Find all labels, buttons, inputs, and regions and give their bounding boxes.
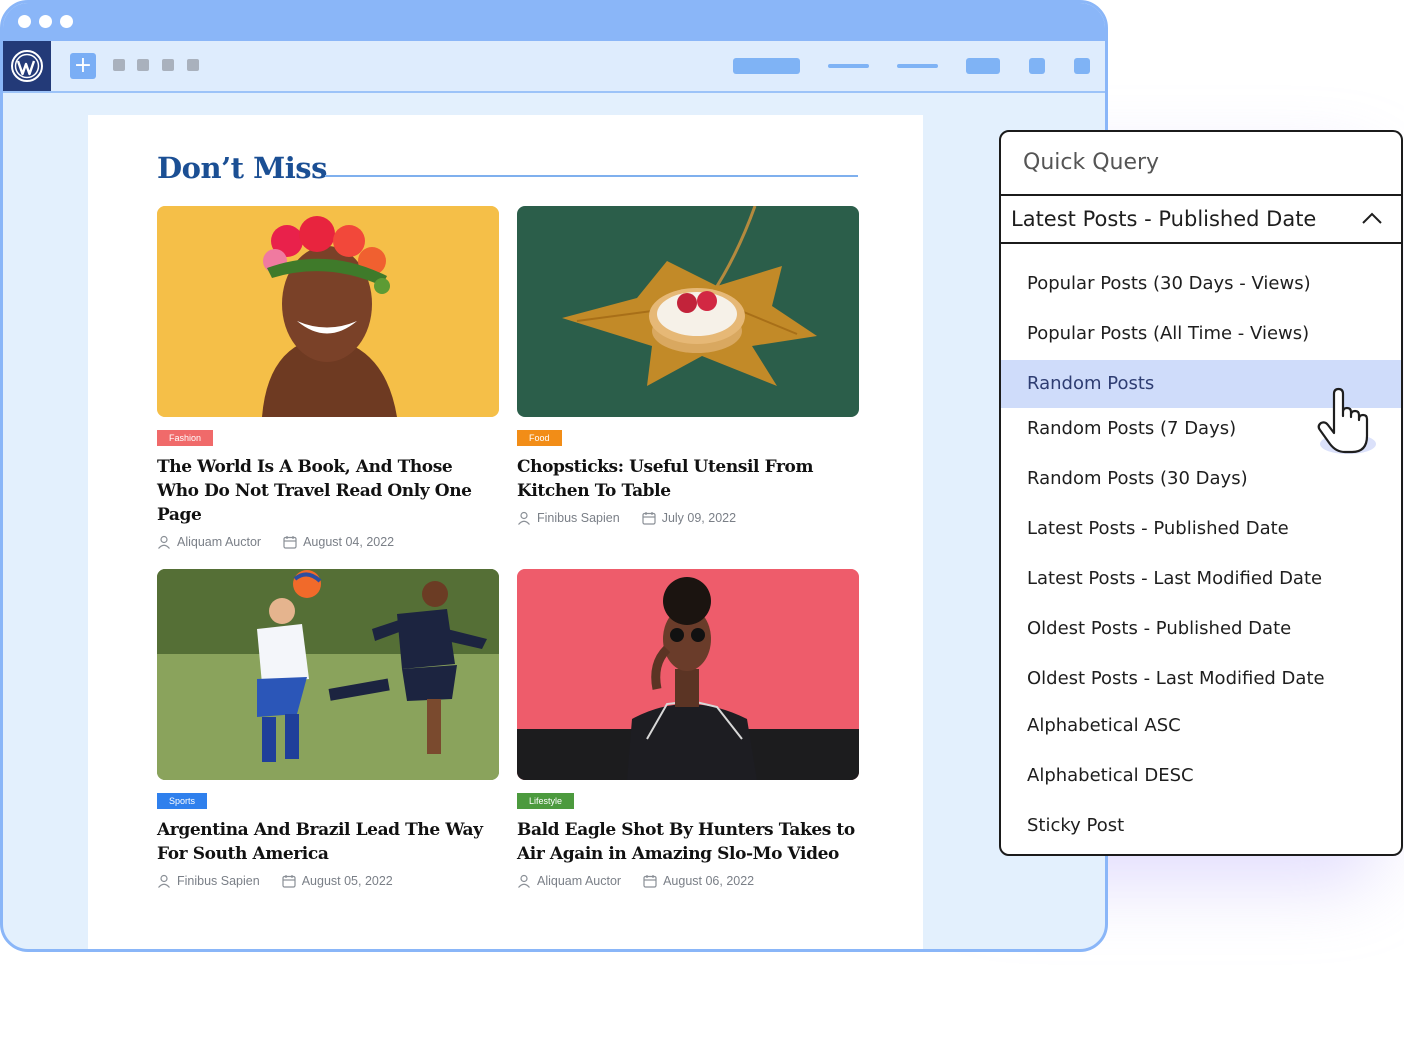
calendar-icon xyxy=(282,875,296,888)
post-thumbnail[interactable] xyxy=(157,569,499,780)
quick-query-label: Quick Query xyxy=(1023,150,1160,175)
post-meta: Finibus Sapien August 05, 2022 xyxy=(157,874,499,888)
post-grid-block: Don’t Miss Fashion The World Is A Book, … xyxy=(88,115,923,949)
query-option[interactable]: Latest Posts - Last Modified Date xyxy=(1001,555,1401,603)
user-icon xyxy=(158,874,170,888)
window-dot-2[interactable] xyxy=(39,15,52,28)
post-card[interactable]: Fashion The World Is A Book, And Those W… xyxy=(157,206,499,549)
query-option[interactable]: Alphabetical DESC xyxy=(1001,752,1401,800)
post-author[interactable]: Finibus Sapien xyxy=(177,874,260,888)
query-option[interactable]: Popular Posts (30 Days - Views) xyxy=(1001,260,1401,308)
calendar-icon xyxy=(643,875,657,888)
query-option[interactable]: Random Posts (30 Days) xyxy=(1001,455,1401,503)
toolbar-tool-icon[interactable] xyxy=(113,59,125,71)
editor-toolbar: + xyxy=(3,41,1105,93)
post-thumbnail[interactable] xyxy=(517,569,859,780)
query-select[interactable]: Latest Posts - Published Date xyxy=(1001,194,1401,244)
post-title[interactable]: Chopsticks: Useful Utensil From Kitchen … xyxy=(517,455,859,503)
hand-cursor-icon xyxy=(1317,387,1376,454)
post-thumbnail[interactable] xyxy=(157,206,499,417)
query-option[interactable]: Sticky Post xyxy=(1001,802,1401,850)
toolbar-button-placeholder[interactable] xyxy=(733,58,800,74)
post-meta: Finibus Sapien July 09, 2022 xyxy=(517,511,859,525)
add-block-button[interactable]: + xyxy=(70,53,96,79)
window-dot-1[interactable] xyxy=(18,15,31,28)
post-author[interactable]: Finibus Sapien xyxy=(537,511,620,525)
section-title: Don’t Miss xyxy=(157,151,327,185)
toolbar-icon-placeholder[interactable] xyxy=(1074,58,1090,74)
query-option[interactable]: Oldest Posts - Last Modified Date xyxy=(1001,655,1401,703)
user-icon xyxy=(518,511,530,525)
post-card[interactable]: Lifestyle Bald Eagle Shot By Hunters Tak… xyxy=(517,569,859,888)
toolbar-button-placeholder[interactable] xyxy=(966,58,1000,74)
post-date: August 04, 2022 xyxy=(303,535,395,549)
post-meta: Aliquam Auctor August 06, 2022 xyxy=(517,874,859,888)
post-meta: Aliquam Auctor August 04, 2022 xyxy=(157,535,499,549)
browser-window: + Don’t Miss Fashion The World Is A Book… xyxy=(0,0,1108,952)
post-title[interactable]: Bald Eagle Shot By Hunters Takes to Air … xyxy=(517,818,859,866)
post-date: August 06, 2022 xyxy=(663,874,755,888)
post-card[interactable]: Sports Argentina And Brazil Lead The Way… xyxy=(157,569,499,888)
chevron-up-icon[interactable] xyxy=(1361,210,1383,226)
post-title[interactable]: The World Is A Book, And Those Who Do No… xyxy=(157,455,499,527)
window-dot-3[interactable] xyxy=(60,15,73,28)
toolbar-tool-icon[interactable] xyxy=(187,59,199,71)
category-badge[interactable]: Sports xyxy=(157,793,208,809)
query-option[interactable]: Latest Posts - Published Date xyxy=(1001,505,1401,553)
user-icon xyxy=(158,535,170,549)
toolbar-tool-icon[interactable] xyxy=(137,59,149,71)
calendar-icon xyxy=(642,512,656,525)
post-card[interactable]: Food Chopsticks: Useful Utensil From Kit… xyxy=(517,206,859,525)
user-icon xyxy=(518,874,530,888)
post-date: July 09, 2022 xyxy=(661,511,737,525)
toolbar-link-placeholder[interactable] xyxy=(897,64,938,68)
query-select-value[interactable]: Latest Posts - Published Date xyxy=(1011,207,1316,231)
post-title[interactable]: Argentina And Brazil Lead The Way For So… xyxy=(157,818,499,866)
post-date: August 05, 2022 xyxy=(301,874,393,888)
calendar-icon xyxy=(283,536,297,549)
query-option[interactable]: Alphabetical ASC xyxy=(1001,702,1401,750)
category-badge[interactable]: Fashion xyxy=(157,430,214,446)
post-author[interactable]: Aliquam Auctor xyxy=(537,874,621,888)
wordpress-logo-icon[interactable] xyxy=(3,41,51,91)
toolbar-icon-placeholder[interactable] xyxy=(1029,58,1045,74)
query-option[interactable]: Oldest Posts - Published Date xyxy=(1001,605,1401,653)
toolbar-tool-icon[interactable] xyxy=(162,59,174,71)
query-option[interactable]: Popular Posts (All Time - Views) xyxy=(1001,310,1401,358)
title-bar xyxy=(3,3,1105,41)
category-badge[interactable]: Lifestyle xyxy=(517,793,575,809)
post-thumbnail[interactable] xyxy=(517,206,859,417)
title-divider xyxy=(325,175,858,177)
category-badge[interactable]: Food xyxy=(517,430,562,446)
quick-query-panel: Quick Query Latest Posts - Published Dat… xyxy=(999,130,1403,856)
post-author[interactable]: Aliquam Auctor xyxy=(177,535,261,549)
toolbar-link-placeholder[interactable] xyxy=(828,64,869,68)
